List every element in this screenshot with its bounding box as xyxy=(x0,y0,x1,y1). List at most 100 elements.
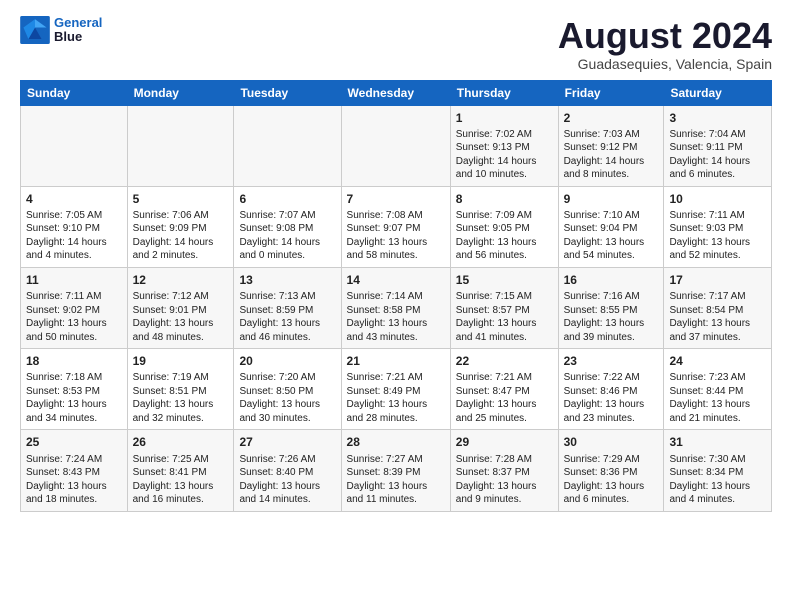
day-info: Sunrise: 7:20 AM Sunset: 8:50 PM Dayligh… xyxy=(239,371,335,425)
day-info: Sunrise: 7:19 AM Sunset: 8:51 PM Dayligh… xyxy=(133,371,229,425)
main-title: August 2024 xyxy=(558,16,772,56)
day-number: 28 xyxy=(347,434,445,450)
calendar-cell: 2 Sunrise: 7:03 AM Sunset: 9:12 PM Daylig… xyxy=(558,105,664,186)
day-info: Sunrise: 7:05 AM Sunset: 9:10 PM Dayligh… xyxy=(26,209,122,263)
logo-line1: General xyxy=(54,15,102,30)
day-number: 24 xyxy=(669,353,766,369)
day-number: 30 xyxy=(564,434,659,450)
calendar-cell: 27 Sunrise: 7:26 AM Sunset: 8:40 PM Dayli… xyxy=(234,430,341,511)
logo-icon xyxy=(20,16,50,44)
day-number: 3 xyxy=(669,110,766,126)
calendar-cell: 16Sunrise: 7:16 AM Sunset: 8:55 PM Dayli… xyxy=(558,267,664,348)
weekday-tuesday: Tuesday xyxy=(234,80,341,105)
day-number: 25 xyxy=(26,434,122,450)
calendar-cell: 26 Sunrise: 7:25 AM Sunset: 8:41 PM Dayli… xyxy=(127,430,234,511)
day-number: 19 xyxy=(133,353,229,369)
day-info: Sunrise: 7:08 AM Sunset: 9:07 PM Dayligh… xyxy=(347,209,445,263)
weekday-thursday: Thursday xyxy=(450,80,558,105)
day-number: 31 xyxy=(669,434,766,450)
day-number: 9 xyxy=(564,191,659,207)
page-header: General Blue August 2024 Guadasequies, V… xyxy=(20,16,772,72)
day-info: Sunrise: 7:21 AM Sunset: 8:49 PM Dayligh… xyxy=(347,371,445,425)
day-info: Sunrise: 7:28 AM Sunset: 8:37 PM Dayligh… xyxy=(456,453,553,507)
calendar-cell: 11Sunrise: 7:11 AM Sunset: 9:02 PM Dayli… xyxy=(21,267,128,348)
week-row-5: 25 Sunrise: 7:24 AM Sunset: 8:43 PM Dayli… xyxy=(21,430,772,511)
weekday-saturday: Saturday xyxy=(664,80,772,105)
week-row-1: 1Sunrise: 7:02 AM Sunset: 9:13 PM Daylig… xyxy=(21,105,772,186)
day-info: Sunrise: 7:03 AM Sunset: 9:12 PM Dayligh… xyxy=(564,128,659,182)
calendar-cell: 20 Sunrise: 7:20 AM Sunset: 8:50 PM Dayli… xyxy=(234,349,341,430)
day-number: 23 xyxy=(564,353,659,369)
day-info: Sunrise: 7:07 AM Sunset: 9:08 PM Dayligh… xyxy=(239,209,335,263)
day-info: Sunrise: 7:12 AM Sunset: 9:01 PM Dayligh… xyxy=(133,290,229,344)
calendar-cell: 10Sunrise: 7:11 AM Sunset: 9:03 PM Dayli… xyxy=(664,186,772,267)
calendar-cell: 1Sunrise: 7:02 AM Sunset: 9:13 PM Daylig… xyxy=(450,105,558,186)
week-row-3: 11Sunrise: 7:11 AM Sunset: 9:02 PM Dayli… xyxy=(21,267,772,348)
day-info: Sunrise: 7:18 AM Sunset: 8:53 PM Dayligh… xyxy=(26,371,122,425)
logo-text: General Blue xyxy=(54,16,102,45)
day-number: 17 xyxy=(669,272,766,288)
weekday-header-row: SundayMondayTuesdayWednesdayThursdayFrid… xyxy=(21,80,772,105)
calendar-cell: 12 Sunrise: 7:12 AM Sunset: 9:01 PM Dayli… xyxy=(127,267,234,348)
day-number: 20 xyxy=(239,353,335,369)
day-number: 8 xyxy=(456,191,553,207)
day-info: Sunrise: 7:30 AM Sunset: 8:34 PM Dayligh… xyxy=(669,453,766,507)
calendar-table: SundayMondayTuesdayWednesdayThursdayFrid… xyxy=(20,80,772,512)
day-info: Sunrise: 7:14 AM Sunset: 8:58 PM Dayligh… xyxy=(347,290,445,344)
weekday-friday: Friday xyxy=(558,80,664,105)
calendar-body: 1Sunrise: 7:02 AM Sunset: 9:13 PM Daylig… xyxy=(21,105,772,511)
calendar-cell: 3Sunrise: 7:04 AM Sunset: 9:11 PM Daylig… xyxy=(664,105,772,186)
day-number: 26 xyxy=(133,434,229,450)
subtitle: Guadasequies, Valencia, Spain xyxy=(558,56,772,72)
day-number: 12 xyxy=(133,272,229,288)
day-number: 7 xyxy=(347,191,445,207)
calendar-cell: 23 Sunrise: 7:22 AM Sunset: 8:46 PM Dayli… xyxy=(558,349,664,430)
calendar-cell: 4Sunrise: 7:05 AM Sunset: 9:10 PM Daylig… xyxy=(21,186,128,267)
weekday-sunday: Sunday xyxy=(21,80,128,105)
calendar-cell: 8 Sunrise: 7:09 AM Sunset: 9:05 PM Daylig… xyxy=(450,186,558,267)
day-number: 15 xyxy=(456,272,553,288)
day-number: 14 xyxy=(347,272,445,288)
calendar-cell: 14 Sunrise: 7:14 AM Sunset: 8:58 PM Dayli… xyxy=(341,267,450,348)
day-info: Sunrise: 7:15 AM Sunset: 8:57 PM Dayligh… xyxy=(456,290,553,344)
day-number: 6 xyxy=(239,191,335,207)
weekday-monday: Monday xyxy=(127,80,234,105)
day-number: 13 xyxy=(239,272,335,288)
week-row-2: 4Sunrise: 7:05 AM Sunset: 9:10 PM Daylig… xyxy=(21,186,772,267)
day-info: Sunrise: 7:24 AM Sunset: 8:43 PM Dayligh… xyxy=(26,453,122,507)
day-info: Sunrise: 7:13 AM Sunset: 8:59 PM Dayligh… xyxy=(239,290,335,344)
day-info: Sunrise: 7:09 AM Sunset: 9:05 PM Dayligh… xyxy=(456,209,553,263)
day-info: Sunrise: 7:02 AM Sunset: 9:13 PM Dayligh… xyxy=(456,128,553,182)
calendar-cell: 29Sunrise: 7:28 AM Sunset: 8:37 PM Dayli… xyxy=(450,430,558,511)
day-number: 21 xyxy=(347,353,445,369)
day-info: Sunrise: 7:11 AM Sunset: 9:03 PM Dayligh… xyxy=(669,209,766,263)
calendar-cell: 28Sunrise: 7:27 AM Sunset: 8:39 PM Dayli… xyxy=(341,430,450,511)
day-number: 18 xyxy=(26,353,122,369)
calendar-cell: 7 Sunrise: 7:08 AM Sunset: 9:07 PM Daylig… xyxy=(341,186,450,267)
calendar-cell: 30Sunrise: 7:29 AM Sunset: 8:36 PM Dayli… xyxy=(558,430,664,511)
day-info: Sunrise: 7:26 AM Sunset: 8:40 PM Dayligh… xyxy=(239,453,335,507)
calendar-cell: 25 Sunrise: 7:24 AM Sunset: 8:43 PM Dayli… xyxy=(21,430,128,511)
day-info: Sunrise: 7:22 AM Sunset: 8:46 PM Dayligh… xyxy=(564,371,659,425)
day-number: 27 xyxy=(239,434,335,450)
day-number: 22 xyxy=(456,353,553,369)
weekday-wednesday: Wednesday xyxy=(341,80,450,105)
day-info: Sunrise: 7:06 AM Sunset: 9:09 PM Dayligh… xyxy=(133,209,229,263)
calendar-cell xyxy=(127,105,234,186)
logo-line2: Blue xyxy=(54,30,102,44)
calendar-cell: 6 Sunrise: 7:07 AM Sunset: 9:08 PM Daylig… xyxy=(234,186,341,267)
calendar-cell: 5 Sunrise: 7:06 AM Sunset: 9:09 PM Daylig… xyxy=(127,186,234,267)
calendar-cell xyxy=(234,105,341,186)
calendar-cell: 18 Sunrise: 7:18 AM Sunset: 8:53 PM Dayli… xyxy=(21,349,128,430)
day-info: Sunrise: 7:25 AM Sunset: 8:41 PM Dayligh… xyxy=(133,453,229,507)
calendar-cell: 19 Sunrise: 7:19 AM Sunset: 8:51 PM Dayli… xyxy=(127,349,234,430)
day-info: Sunrise: 7:17 AM Sunset: 8:54 PM Dayligh… xyxy=(669,290,766,344)
calendar-cell: 31 Sunrise: 7:30 AM Sunset: 8:34 PM Dayli… xyxy=(664,430,772,511)
calendar-cell: 9Sunrise: 7:10 AM Sunset: 9:04 PM Daylig… xyxy=(558,186,664,267)
day-number: 16 xyxy=(564,272,659,288)
logo: General Blue xyxy=(20,16,102,45)
day-info: Sunrise: 7:21 AM Sunset: 8:47 PM Dayligh… xyxy=(456,371,553,425)
calendar-cell: 15 Sunrise: 7:15 AM Sunset: 8:57 PM Dayli… xyxy=(450,267,558,348)
day-number: 5 xyxy=(133,191,229,207)
day-number: 2 xyxy=(564,110,659,126)
